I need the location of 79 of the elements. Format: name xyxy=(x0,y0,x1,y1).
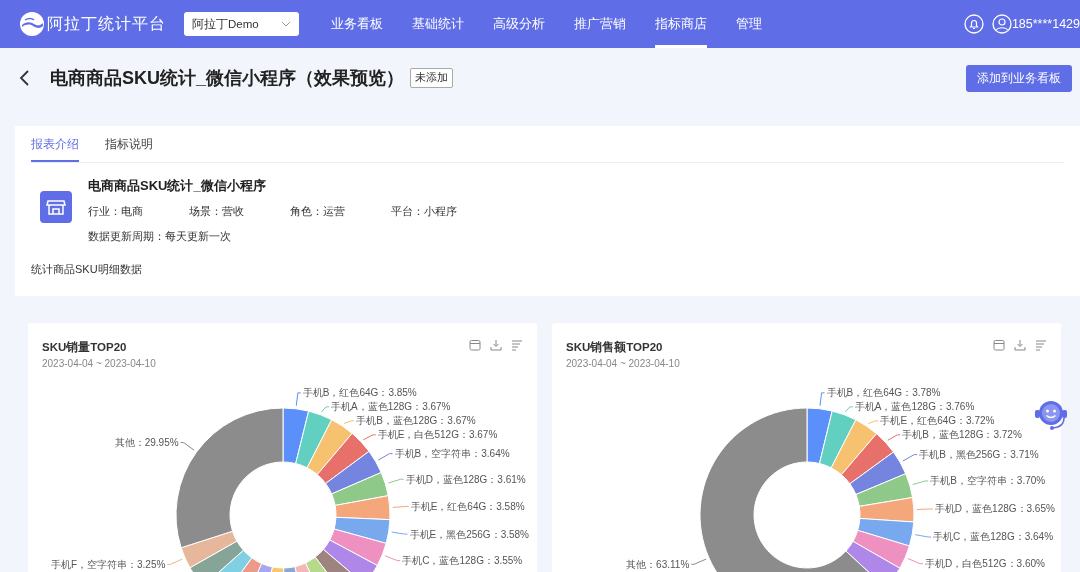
app-select[interactable]: 阿拉丁Demo xyxy=(184,12,299,36)
leader-line xyxy=(377,453,394,461)
slice-label: 手机E，黑色256G：3.58% xyxy=(409,528,529,540)
leader-line xyxy=(362,434,377,441)
slice-label: 手机B，红色64G：3.78% xyxy=(826,387,941,399)
nav-tab[interactable]: 业务看板 xyxy=(331,0,383,48)
info-field: 场景：营收 xyxy=(189,204,290,219)
leader-line xyxy=(844,406,854,413)
nav-tab[interactable]: 高级分析 xyxy=(493,0,545,48)
add-to-board-button[interactable]: 添加到业务看板 xyxy=(966,64,1072,92)
logo-text: 阿拉丁统计平台 xyxy=(47,13,166,34)
leader-line xyxy=(343,420,355,424)
slice-label: 手机E，白色512G：3.67% xyxy=(377,429,498,441)
leader-line xyxy=(907,558,924,565)
slice-label: 其他：29.95% xyxy=(114,437,179,449)
slice-label: 手机D，蓝色128G：3.61% xyxy=(405,473,526,485)
chevron-down-icon xyxy=(281,21,291,27)
donut-slice xyxy=(333,516,391,544)
slice-label: 手机C，蓝色128G：3.55% xyxy=(402,555,523,567)
update-cycle: 数据更新周期：每天更新一次 xyxy=(88,229,232,244)
date-range: 2023-04-04 ~ 2023-04-10 xyxy=(42,358,156,369)
slice-label: 手机B，红色64G：3.85% xyxy=(302,387,417,399)
slice-label: 手机B，空字符串：3.64% xyxy=(394,448,510,460)
leader-line xyxy=(166,558,183,565)
slice-label: 手机D，蓝色128G：3.65% xyxy=(934,503,1055,515)
slice-label: 手机F，空字符串：3.25% xyxy=(50,558,166,570)
report-description: 统计商品SKU明细数据 xyxy=(31,262,143,277)
nav-tab[interactable]: 指标商店 xyxy=(655,0,707,48)
report-name: 电商商品SKU统计_微信小程序 xyxy=(88,177,267,195)
slice-label: 手机B，蓝色128G：3.72% xyxy=(902,429,1022,441)
status-badge: 未添加 xyxy=(410,68,453,88)
nav-tab[interactable]: 基础统计 xyxy=(412,0,464,48)
chart-title: SKU销售额TOP20 xyxy=(566,340,663,355)
nav-tab[interactable]: 管理 xyxy=(736,0,762,48)
support-bot-icon[interactable] xyxy=(1033,398,1069,432)
leader-line xyxy=(902,454,918,462)
back-icon[interactable] xyxy=(18,70,32,86)
slice-label: 手机B，黑色256G：3.71% xyxy=(919,449,1039,461)
leader-line xyxy=(690,558,707,565)
leader-line xyxy=(819,392,826,407)
leader-line xyxy=(912,480,929,486)
slice-label: 手机A，蓝色128G：3.76% xyxy=(854,401,975,413)
user-name[interactable]: 185****1429 xyxy=(1011,17,1080,31)
info-field: 平台：小程序 xyxy=(391,204,492,219)
store-icon xyxy=(40,191,72,223)
page-title: 电商商品SKU统计_微信小程序（效果预览） xyxy=(50,67,404,90)
avatar-icon[interactable] xyxy=(991,14,1012,34)
chart-title: SKU销量TOP20 xyxy=(42,340,127,355)
slice-label: 其他：63.11% xyxy=(626,558,690,570)
info-field: 行业：电商 xyxy=(88,204,189,219)
leader-line xyxy=(320,406,330,413)
calendar-icon[interactable] xyxy=(469,339,481,351)
leader-line xyxy=(295,392,302,407)
leader-line xyxy=(914,534,932,538)
slice-label: 手机A，蓝色128G：3.67% xyxy=(331,401,451,413)
leader-line xyxy=(391,531,408,535)
leader-line xyxy=(392,506,410,508)
logo-icon xyxy=(20,12,44,36)
slice-label: 手机C，蓝色128G：3.64% xyxy=(933,531,1054,543)
calendar-icon[interactable] xyxy=(993,339,1005,351)
slice-label: 手机E，红色64G：3.58% xyxy=(410,501,525,512)
tab[interactable]: 指标说明 xyxy=(105,126,153,162)
slice-label: 手机B，空字符串：3.70% xyxy=(930,475,1046,487)
slice-label: 手机E，红色64G：3.72% xyxy=(880,415,995,427)
slice-label: 手机D，白色512G：3.60% xyxy=(924,558,1045,570)
leader-line xyxy=(867,420,879,425)
bell-icon[interactable] xyxy=(963,14,984,34)
leader-line xyxy=(180,442,195,451)
slice-label: 手机B，蓝色128G：3.67% xyxy=(356,415,476,427)
info-field: 角色：运营 xyxy=(290,204,391,219)
leader-line xyxy=(916,508,934,511)
tab[interactable]: 报表介绍 xyxy=(31,126,79,162)
leader-line xyxy=(887,434,901,441)
leader-line xyxy=(387,478,405,484)
date-range: 2023-04-04 ~ 2023-04-10 xyxy=(566,358,680,369)
nav-tab[interactable]: 推广营销 xyxy=(574,0,626,48)
download-icon[interactable] xyxy=(1014,339,1026,351)
leader-line xyxy=(384,555,401,562)
download-icon[interactable] xyxy=(490,339,502,351)
